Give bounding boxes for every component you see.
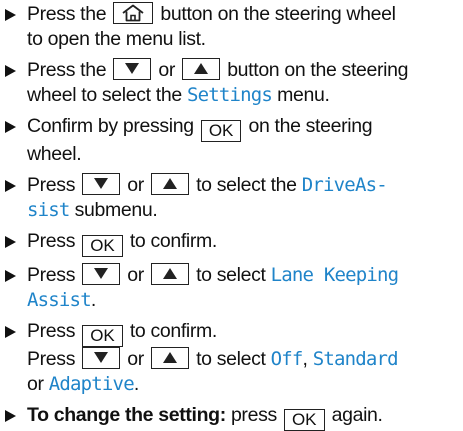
- step-6-line-2: Assist.: [27, 289, 96, 311]
- option-adaptive-label: Adaptive: [48, 373, 135, 395]
- change-setting-heading: To change the setting:: [27, 404, 226, 426]
- down-button-symbol: [82, 173, 121, 195]
- up-triangle-icon: [162, 268, 177, 279]
- step-2-line-2: wheel to select the Settings menu.: [27, 84, 330, 106]
- bullet-arrow-icon: [5, 65, 16, 77]
- bullet-arrow-icon: [5, 326, 16, 338]
- bullet-arrow-icon: [5, 410, 16, 422]
- up-button-symbol: [182, 58, 221, 80]
- instruction-list: Press the button on the steering wheel t…: [0, 0, 463, 431]
- settings-menu-label: Settings: [186, 84, 273, 106]
- step-3-line-2: wheel.: [27, 143, 82, 165]
- ok-button-symbol: OK: [82, 235, 123, 257]
- bullet-arrow-icon: [5, 9, 16, 21]
- home-button-symbol: [113, 2, 154, 24]
- step-8: To change the setting: press OK again.: [0, 403, 463, 431]
- home-icon: [122, 4, 144, 22]
- step-5-line-1: Press OK to confirm.: [27, 230, 218, 257]
- step-1-line-1: Press the button on the steering wheel: [27, 2, 396, 25]
- up-triangle-icon: [162, 352, 177, 363]
- step-5: Press OK to confirm.: [0, 229, 463, 257]
- down-triangle-icon: [94, 178, 109, 189]
- down-triangle-icon: [125, 63, 140, 74]
- ok-button-symbol: OK: [82, 325, 123, 347]
- bullet-arrow-icon: [5, 236, 16, 248]
- down-button-symbol: [82, 263, 121, 285]
- lane-keeping-label-cont: Assist: [27, 289, 92, 311]
- step-7: Press OK to confirm. Press or to select …: [0, 319, 463, 397]
- ok-button-symbol: OK: [283, 409, 325, 431]
- lane-keeping-label: Lane Keeping: [270, 264, 399, 286]
- step-7-line-1: Press OK to confirm.: [27, 320, 218, 347]
- up-button-symbol: [150, 173, 189, 195]
- option-standard-label: Standard: [312, 348, 399, 370]
- down-button-symbol: [82, 347, 121, 369]
- driveassist-menu-label-cont: sist: [27, 199, 70, 221]
- bullet-arrow-icon: [5, 121, 16, 133]
- step-6: Press or to select Lane Keeping Assist.: [0, 263, 463, 313]
- step-4-line-1: Press or to select the DriveAs-: [27, 173, 388, 196]
- down-triangle-icon: [94, 352, 109, 363]
- step-3: Confirm by pressing OK on the steering w…: [0, 114, 463, 167]
- up-button-symbol: [150, 263, 189, 285]
- step-4-line-2: sist submenu.: [27, 199, 158, 221]
- up-triangle-icon: [194, 63, 209, 74]
- driveassist-menu-label: DriveAs-: [301, 174, 388, 196]
- up-triangle-icon: [162, 178, 177, 189]
- bullet-arrow-icon: [5, 270, 16, 282]
- step-4: Press or to select the DriveAs- sist sub…: [0, 173, 463, 223]
- step-7-line-2: Press or to select Off, Standard: [27, 347, 399, 370]
- down-button-symbol: [113, 58, 152, 80]
- step-2: Press the or button on the steering whee…: [0, 58, 463, 108]
- step-1: Press the button on the steering wheel t…: [0, 2, 463, 52]
- step-1-line-2: to open the menu list.: [27, 28, 206, 50]
- down-triangle-icon: [94, 268, 109, 279]
- step-8-line-1: To change the setting: press OK again.: [27, 404, 383, 431]
- step-2-line-1: Press the or button on the steering: [27, 58, 409, 81]
- ok-button-symbol: OK: [200, 120, 242, 142]
- option-off-label: Off: [270, 348, 304, 370]
- bullet-arrow-icon: [5, 180, 16, 192]
- up-button-symbol: [150, 347, 189, 369]
- step-3-line-1: Confirm by pressing OK on the steering: [27, 115, 373, 142]
- step-7-line-3: or Adaptive.: [27, 373, 139, 395]
- step-6-line-1: Press or to select Lane Keeping: [27, 263, 399, 286]
